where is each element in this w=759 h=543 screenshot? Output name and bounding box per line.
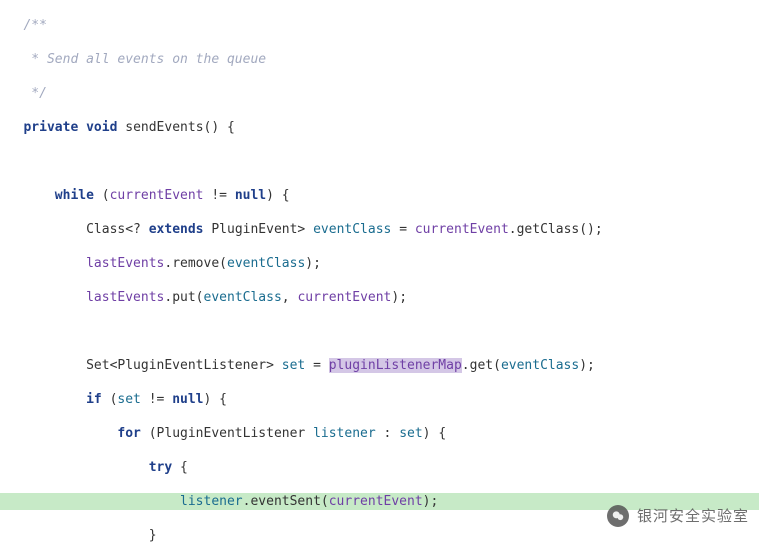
comment-line: */ [0,86,47,101]
set-decl-line: Set<PluginEventListener> set = pluginLis… [0,357,759,374]
code-block: /** * Send all events on the queue */ pr… [0,0,759,543]
method-signature: private void sendEvents() { [0,119,759,136]
code-editor-viewport: /** * Send all events on the queue */ pr… [0,0,759,543]
try-line: try { [0,459,759,476]
watermark: 银河安全实验室 [607,505,749,527]
comment-line: /** [0,18,47,33]
close-brace: } [0,527,759,543]
if-line: if (set != null) { [0,391,759,408]
wechat-icon [607,505,629,527]
remove-line: lastEvents.remove(eventClass); [0,255,759,272]
comment-line: * Send all events on the queue [0,52,266,67]
class-decl-line: Class<? extends PluginEvent> eventClass … [0,221,759,238]
for-listener-line: for (PluginEventListener listener : set)… [0,425,759,442]
watermark-text: 银河安全实验室 [637,508,749,525]
while-line: while (currentEvent != null) { [0,187,759,204]
put-line: lastEvents.put(eventClass, currentEvent)… [0,289,759,306]
